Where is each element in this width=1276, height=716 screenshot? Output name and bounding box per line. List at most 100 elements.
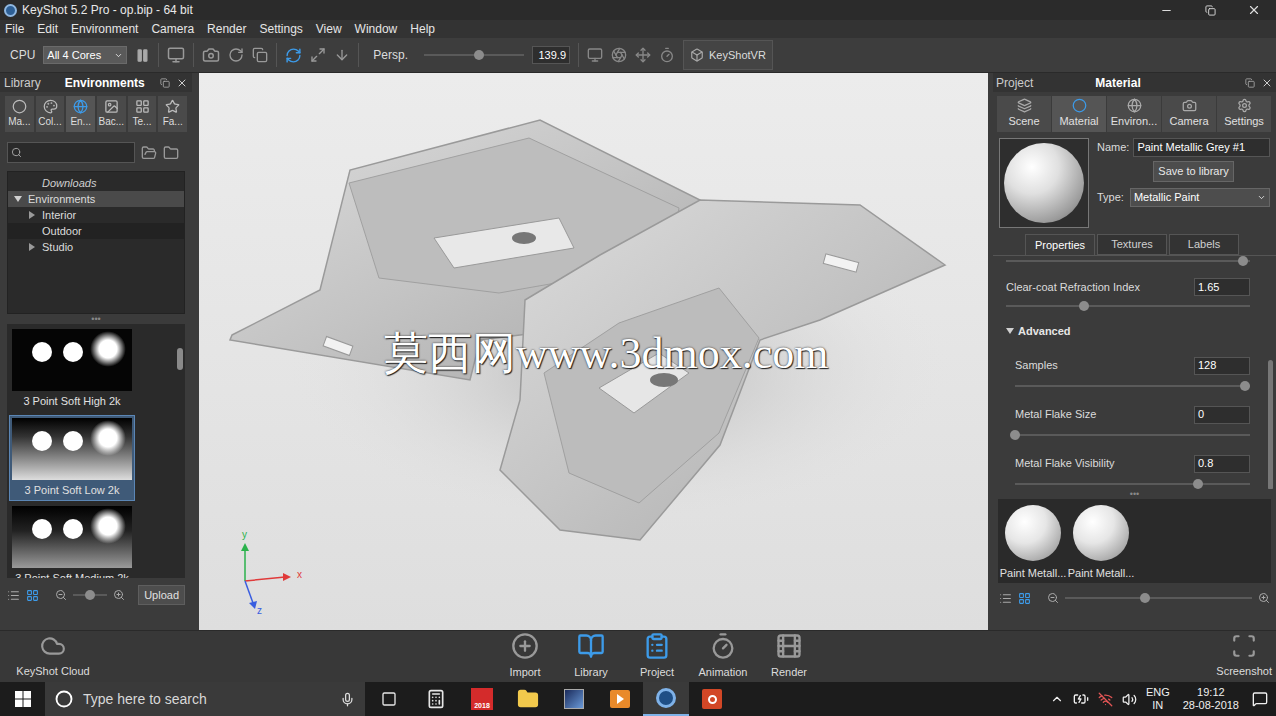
property-slider[interactable]: [1015, 483, 1250, 485]
property-slider[interactable]: [1015, 385, 1250, 387]
fit-icon[interactable]: [310, 47, 326, 63]
taskbar-app[interactable]: [597, 682, 643, 716]
tree-item[interactable]: Interior: [8, 207, 184, 223]
tree-item[interactable]: Environments: [8, 191, 184, 207]
library-tab[interactable]: Te...: [128, 96, 157, 132]
list-view-icon[interactable]: [999, 592, 1012, 605]
grid-view-icon[interactable]: [1018, 592, 1031, 605]
library-tab[interactable]: En...: [66, 96, 95, 132]
slider-knob[interactable]: [1193, 479, 1203, 489]
menu-item[interactable]: Window: [354, 20, 399, 38]
mic-icon[interactable]: [340, 692, 355, 707]
environment-thumbnail[interactable]: 3 Point Soft High 2k: [10, 327, 134, 412]
volume-icon[interactable]: [1122, 692, 1137, 707]
tree-item[interactable]: Outdoor: [8, 223, 184, 239]
library-tab[interactable]: Bac...: [97, 96, 126, 132]
upload-button[interactable]: Upload: [138, 585, 185, 606]
folder-icon[interactable]: [163, 145, 179, 161]
property-slider[interactable]: [1006, 260, 1250, 262]
render-viewport[interactable]: 莫西网www.3dmox.comyxz: [199, 73, 988, 630]
timer-icon[interactable]: [659, 47, 675, 63]
cores-dropdown[interactable]: All 4 Cores: [43, 46, 127, 64]
fov-slider[interactable]: [424, 54, 524, 56]
property-field[interactable]: 0: [1194, 406, 1250, 424]
library-tab[interactable]: Ma...: [5, 96, 34, 132]
expand-toggle[interactable]: [14, 195, 22, 203]
network-icon[interactable]: [1098, 692, 1113, 707]
save-to-library-button[interactable]: Save to library: [1153, 161, 1233, 182]
project-tab[interactable]: Environ...: [1107, 96, 1161, 132]
thumb-size-slider[interactable]: [73, 594, 107, 596]
realtime-icon[interactable]: [285, 47, 302, 64]
dock-button[interactable]: Animation: [690, 632, 756, 681]
undock-icon[interactable]: [1245, 78, 1255, 88]
library-tab[interactable]: Col...: [36, 96, 65, 132]
move-icon[interactable]: [635, 47, 651, 63]
section-header[interactable]: Advanced: [1006, 323, 1250, 340]
section-toggle[interactable]: [1006, 327, 1014, 335]
language-indicator[interactable]: ENGIN: [1146, 686, 1170, 712]
subtab[interactable]: Properties: [1025, 234, 1095, 255]
drop-icon[interactable]: [334, 47, 350, 63]
property-slider[interactable]: [1015, 434, 1250, 436]
close-panel-icon[interactable]: [1261, 77, 1273, 89]
taskbar-app[interactable]: [551, 682, 597, 716]
menu-item[interactable]: Help: [409, 20, 436, 38]
clock[interactable]: 19:1228-08-2018: [1179, 686, 1243, 712]
library-tab[interactable]: Fa...: [158, 96, 187, 132]
slider-knob[interactable]: [1238, 256, 1248, 266]
menu-item[interactable]: View: [315, 20, 343, 38]
battery-icon[interactable]: [1073, 691, 1089, 707]
slider-knob[interactable]: [85, 590, 95, 600]
subtab[interactable]: Textures: [1097, 234, 1167, 255]
zoom-out-icon[interactable]: [55, 589, 67, 601]
maximize-button[interactable]: [1188, 0, 1232, 20]
preview-icon[interactable]: [587, 47, 603, 63]
close-button[interactable]: [1232, 0, 1276, 20]
property-field[interactable]: 128: [1194, 357, 1250, 375]
tray-overflow-icon[interactable]: [1050, 692, 1064, 706]
menu-item[interactable]: File: [4, 20, 25, 38]
subtab[interactable]: Labels: [1169, 234, 1239, 255]
region-icon[interactable]: [167, 46, 185, 64]
fov-field[interactable]: 139.9: [532, 46, 570, 64]
start-button[interactable]: [0, 682, 45, 716]
dock-button[interactable]: Render: [756, 632, 822, 681]
property-field[interactable]: 0.8: [1194, 455, 1250, 473]
property-field[interactable]: 1.65: [1194, 278, 1250, 296]
zoom-in-icon[interactable]: [113, 589, 125, 601]
tree-item[interactable]: Studio: [8, 239, 184, 255]
environment-thumbnail[interactable]: 3 Point Soft Low 2k: [10, 416, 134, 501]
undock-icon[interactable]: [160, 78, 170, 88]
splitter[interactable]: •••: [0, 314, 192, 324]
dock-button[interactable]: Project: [624, 632, 690, 681]
slider-knob[interactable]: [1079, 301, 1089, 311]
taskbar-app[interactable]: [413, 682, 459, 716]
material-preview[interactable]: [999, 138, 1089, 228]
expand-toggle[interactable]: [28, 243, 36, 251]
pause-icon[interactable]: [135, 48, 150, 63]
menu-item[interactable]: Camera: [150, 20, 195, 38]
keyshot-cloud-button[interactable]: KeyShot Cloud: [3, 633, 103, 680]
taskbar-app[interactable]: [689, 682, 735, 716]
slider-knob[interactable]: [1140, 593, 1150, 603]
taskbar-app[interactable]: [505, 682, 551, 716]
list-view-icon[interactable]: [7, 589, 20, 602]
scrollbar[interactable]: [175, 324, 185, 578]
grid-view-icon[interactable]: [26, 589, 39, 602]
expand-toggle[interactable]: [28, 211, 36, 219]
duplicate-icon[interactable]: [252, 47, 268, 63]
minimize-button[interactable]: [1144, 0, 1188, 20]
type-dropdown[interactable]: Metallic Paint: [1130, 188, 1270, 207]
taskbar-search[interactable]: Type here to search: [45, 682, 365, 716]
dock-button[interactable]: Library: [558, 632, 624, 681]
dock-button[interactable]: Import: [492, 632, 558, 681]
scrollbar[interactable]: [1266, 256, 1276, 489]
keyshotvr-button[interactable]: KeyShotVR: [683, 40, 773, 70]
material-thumbnail[interactable]: Paint Metall...: [1068, 505, 1134, 583]
task-view-button[interactable]: [365, 682, 413, 716]
environment-thumbnail[interactable]: 3 Point Soft Medium 2k: [10, 504, 134, 578]
menu-item[interactable]: Settings: [258, 20, 303, 38]
project-tab[interactable]: Scene: [997, 96, 1051, 132]
zoom-in-icon[interactable]: [1258, 592, 1270, 604]
